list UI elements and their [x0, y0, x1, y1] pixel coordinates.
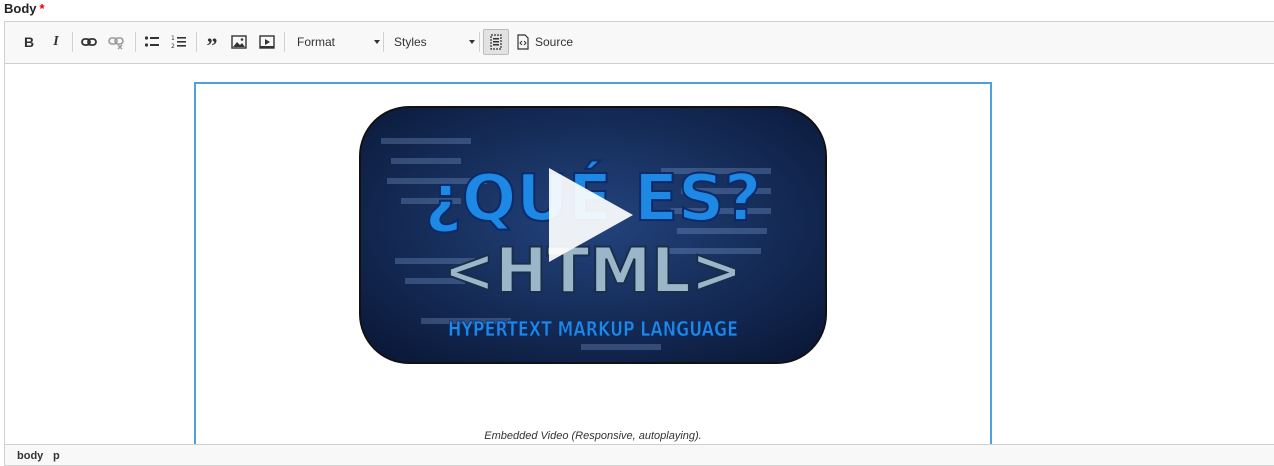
video-thumbnail-graphic: ¿QUÉ ES? <HTML> HYPERTEXT MARKUP LANGUAG…: [361, 108, 825, 362]
svg-text:2: 2: [171, 43, 175, 50]
numbered-list-button[interactable]: 12: [167, 30, 191, 54]
source-icon: [517, 34, 529, 50]
svg-text:1: 1: [171, 35, 175, 42]
toolbar-separator: [383, 32, 384, 52]
styles-dropdown-label: Styles: [394, 35, 427, 49]
link-button[interactable]: [77, 30, 101, 54]
video-caption: Embedded Video (Responsive, autoplaying)…: [484, 430, 702, 442]
chevron-down-icon: [469, 40, 475, 44]
video-embed-icon: [259, 35, 275, 49]
toolbar-separator: [196, 32, 197, 52]
toolbar-separator: [72, 32, 73, 52]
thumbnail-title-line2: <HTML>: [443, 234, 742, 307]
video-embed-button[interactable]: [255, 30, 279, 54]
toolbar-separator: [135, 32, 136, 52]
bulleted-list-button[interactable]: [140, 30, 164, 54]
required-mark: *: [39, 1, 45, 16]
element-path-p[interactable]: p: [53, 450, 60, 462]
video-thumbnail[interactable]: ¿QUÉ ES? <HTML> HYPERTEXT MARKUP LANGUAG…: [361, 108, 825, 362]
chevron-down-icon: [374, 40, 380, 44]
bulleted-list-icon: [144, 36, 159, 47]
field-label-text: Body: [4, 1, 37, 16]
link-icon: [81, 38, 97, 46]
toolbar-separator: [284, 32, 285, 52]
editor-toolbar: B I 12 ” Format Styles Source: [5, 22, 1274, 64]
image-button[interactable]: [227, 30, 251, 54]
source-button[interactable]: Source: [516, 30, 573, 54]
element-path-body[interactable]: body: [17, 450, 43, 462]
editor-content-area[interactable]: ¿QUÉ ES? <HTML> HYPERTEXT MARKUP LANGUAG…: [5, 64, 1274, 446]
source-button-label: Source: [535, 35, 574, 49]
unlink-button[interactable]: [104, 30, 128, 54]
bold-button[interactable]: B: [17, 30, 41, 54]
format-dropdown[interactable]: Format: [290, 30, 380, 54]
show-blocks-button[interactable]: [483, 29, 509, 55]
element-path-bar: body p: [5, 444, 1274, 465]
thumbnail-subtitle: HYPERTEXT MARKUP LANGUAGE: [448, 317, 738, 341]
rich-text-editor: B I 12 ” Format Styles Source ¿QUÉ ES? <…: [4, 21, 1274, 466]
italic-icon: I: [53, 34, 59, 49]
blockquote-button[interactable]: ”: [200, 30, 224, 58]
format-dropdown-label: Format: [297, 35, 336, 49]
unlink-icon: [108, 37, 124, 50]
image-icon: [231, 35, 247, 49]
bold-icon: B: [23, 34, 35, 50]
toolbar-separator: [479, 32, 480, 52]
italic-button[interactable]: I: [44, 30, 68, 54]
field-label: Body *: [4, 1, 45, 16]
show-blocks-icon: [490, 34, 502, 50]
embedded-video-widget[interactable]: ¿QUÉ ES? <HTML> HYPERTEXT MARKUP LANGUAG…: [194, 82, 992, 446]
styles-dropdown[interactable]: Styles: [387, 30, 475, 54]
numbered-list-icon: 12: [171, 35, 186, 50]
blockquote-icon: ”: [206, 33, 218, 58]
